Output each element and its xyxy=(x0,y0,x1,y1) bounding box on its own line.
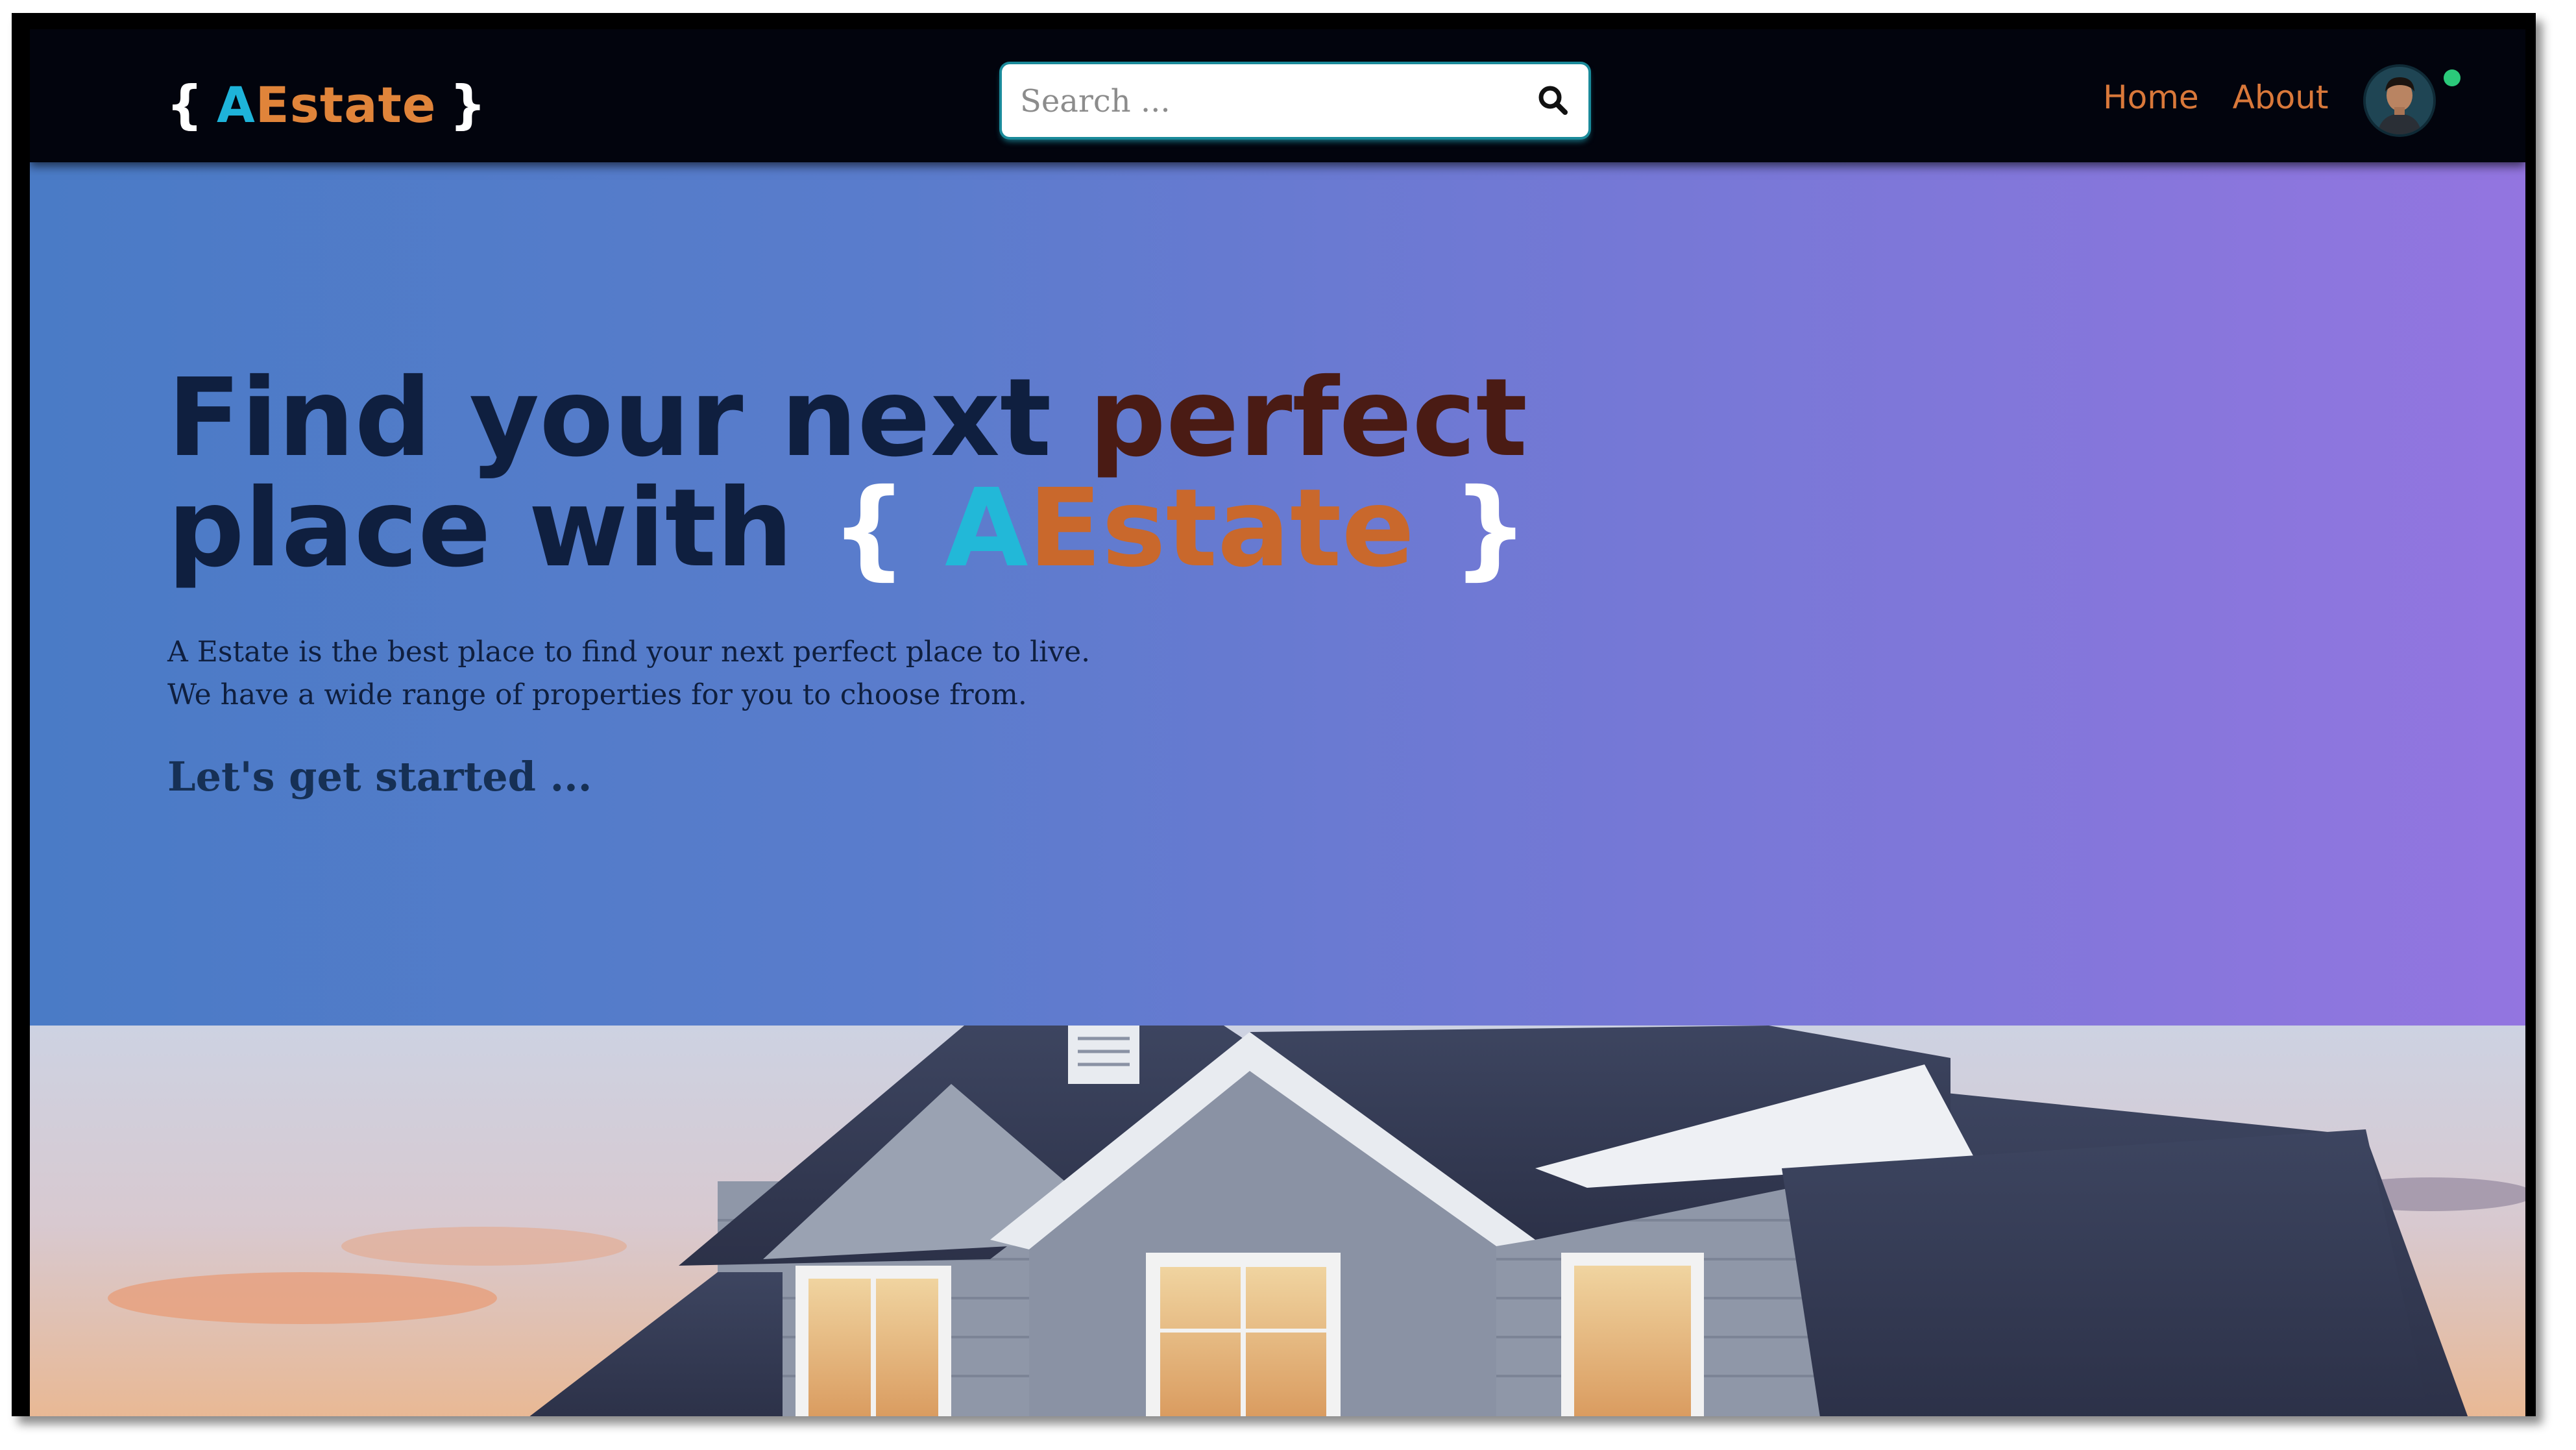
hero-description-line2: We have a wide range of properties for y… xyxy=(167,678,1027,711)
search-bar xyxy=(1002,64,1588,137)
browser-viewport: { A Estate } Home About xyxy=(30,29,2525,1416)
online-status-dot xyxy=(2444,69,2461,86)
hero-title-accent: perfect xyxy=(1089,356,1528,481)
logo-close-brace: } xyxy=(449,74,487,135)
logo-open-brace: { xyxy=(166,74,204,135)
hero-section: Find your next perfect place with { AEst… xyxy=(30,162,2525,1026)
nav-links: Home About xyxy=(2103,79,2328,116)
hero-brand-close-brace: } xyxy=(1452,466,1529,591)
logo-letter-a: A xyxy=(216,75,256,134)
avatar-image xyxy=(2366,67,2433,134)
hero-brand-open-brace: { xyxy=(831,466,908,591)
hero-description-line1: A Estate is the best place to find your … xyxy=(167,635,1091,669)
hero-brand-a: A xyxy=(945,466,1028,591)
brand-logo[interactable]: { A Estate } xyxy=(166,72,487,137)
search-icon[interactable] xyxy=(1535,82,1572,119)
hero-title-line1: Find your next xyxy=(167,356,1089,481)
nav-link-about[interactable]: About xyxy=(2233,79,2329,116)
search-input[interactable] xyxy=(1019,73,1514,129)
house-hero-image xyxy=(30,1026,2525,1416)
hero-title: Find your next perfect place with { AEst… xyxy=(167,363,1660,584)
logo-estate: Estate xyxy=(255,75,437,134)
screenshot-frame: { A Estate } Home About xyxy=(12,13,2536,1416)
hero-title-line2: place with xyxy=(167,466,831,591)
hero-brand-estate: Estate xyxy=(1028,466,1415,591)
hero-description: A Estate is the best place to find your … xyxy=(167,631,1465,717)
nav-link-home[interactable]: Home xyxy=(2103,79,2199,116)
navbar: { A Estate } Home About xyxy=(30,29,2525,162)
user-avatar[interactable] xyxy=(2366,67,2433,134)
get-started-link[interactable]: Let's get started ... xyxy=(167,753,592,800)
